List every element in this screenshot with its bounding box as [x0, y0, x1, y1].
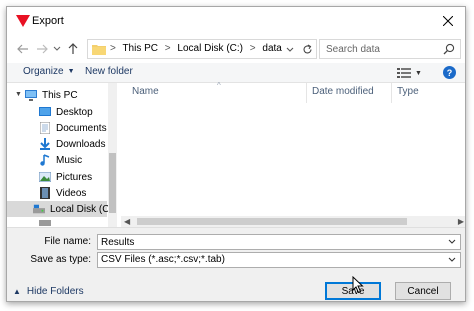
column-divider[interactable]: [391, 83, 392, 103]
column-divider[interactable]: [306, 83, 307, 103]
breadcrumb-separator: >: [249, 43, 256, 54]
export-dialog: Export > This PC > Local Disk (C:) > dat…: [6, 6, 466, 302]
desktop-icon: [39, 106, 51, 118]
nav-item-label: Pictures: [56, 171, 93, 183]
recent-locations-button[interactable]: [52, 41, 62, 57]
navigation-row: > This PC > Local Disk (C:) > data: [7, 35, 465, 63]
computer-icon: [25, 89, 37, 101]
forward-arrow-icon: [37, 44, 48, 54]
sort-indicator-icon: ^: [217, 81, 221, 90]
chevron-down-icon: [448, 257, 456, 262]
drive-icon: [39, 219, 51, 227]
column-header-type[interactable]: Type: [397, 86, 419, 97]
horizontal-scrollbar[interactable]: ◀ ▶: [121, 216, 465, 227]
nav-item-videos[interactable]: Videos: [7, 185, 107, 201]
close-icon: [443, 16, 453, 26]
breadcrumb: > This PC > Local Disk (C:) > data: [110, 43, 286, 54]
nav-item-label: Videos: [56, 187, 87, 199]
new-folder-button[interactable]: New folder: [85, 66, 133, 77]
videos-icon: [39, 187, 51, 199]
dialog-title: Export: [32, 15, 64, 27]
chevron-down-icon: [53, 46, 61, 51]
organize-menu[interactable]: Organize ▼: [23, 66, 75, 77]
nav-item-label: This PC: [42, 89, 78, 101]
nav-scrollbar[interactable]: [108, 83, 117, 227]
hide-folders-toggle[interactable]: ▲ Hide Folders: [13, 286, 84, 297]
documents-icon: [39, 122, 51, 134]
save-as-type-dropdown-button[interactable]: [447, 255, 457, 265]
caret-down-icon: ▼: [415, 69, 422, 77]
back-arrow-icon: [17, 44, 28, 54]
search-box[interactable]: [319, 39, 461, 59]
nav-item-label: Music: [56, 154, 83, 166]
save-as-type-label: Save as type:: [30, 254, 91, 265]
refresh-button[interactable]: [300, 42, 314, 56]
nav-item-label: Local Disk (C:): [50, 203, 116, 215]
file-name-dropdown-button[interactable]: [447, 237, 457, 247]
organize-label: Organize: [23, 66, 64, 77]
help-icon[interactable]: ?: [443, 66, 456, 79]
column-header-name[interactable]: Name: [132, 86, 159, 97]
pictures-icon: [39, 171, 51, 183]
breadcrumb-item[interactable]: This PC: [122, 43, 158, 54]
breadcrumb-separator: >: [164, 43, 171, 54]
refresh-icon: [302, 44, 312, 53]
cancel-button[interactable]: Cancel: [395, 282, 451, 300]
change-view-button[interactable]: ▼: [397, 66, 425, 80]
chevron-down-icon: [448, 239, 456, 244]
details-view-icon: [397, 68, 411, 78]
title-bar: Export: [7, 7, 465, 35]
nav-item-desktop[interactable]: Desktop: [7, 104, 107, 120]
hide-folders-label: Hide Folders: [26, 286, 84, 297]
caret-up-icon: ▲: [13, 287, 21, 296]
scroll-thumb[interactable]: [137, 218, 407, 225]
column-header-date[interactable]: Date modified: [312, 86, 374, 97]
nav-item-pictures[interactable]: Pictures: [7, 169, 107, 185]
nav-item-documents[interactable]: Documents: [7, 120, 107, 136]
save-as-type-value: CSV Files (*.asc;*.csv;*.tab): [101, 254, 225, 265]
file-list: ^ Name Date modified Type: [121, 81, 465, 227]
address-bar[interactable]: > This PC > Local Disk (C:) > data: [87, 39, 317, 59]
nav-item-label: Documents: [56, 122, 107, 134]
search-icon[interactable]: [443, 43, 455, 55]
forward-button[interactable]: [34, 41, 50, 57]
breadcrumb-item[interactable]: Local Disk (C:): [177, 43, 243, 54]
nav-item-partial[interactable]: [7, 219, 107, 227]
nav-item-downloads[interactable]: Downloads: [7, 136, 107, 152]
up-button[interactable]: [65, 41, 81, 57]
scroll-thumb[interactable]: [109, 153, 116, 213]
nav-item-local-disk[interactable]: Local Disk (C:): [7, 201, 116, 217]
downloads-icon: [39, 138, 51, 150]
scroll-right-icon[interactable]: ▶: [458, 217, 464, 226]
breadcrumb-separator: >: [110, 43, 116, 54]
nav-item-label: Desktop: [56, 106, 93, 118]
breadcrumb-item[interactable]: data: [262, 43, 281, 54]
mouse-pointer-icon: [352, 276, 364, 294]
address-history-button[interactable]: [284, 43, 296, 57]
folder-icon: [92, 45, 106, 55]
search-input[interactable]: [326, 42, 438, 56]
close-button[interactable]: [431, 7, 465, 35]
file-name-input[interactable]: [101, 236, 431, 248]
command-bar: Organize ▼ New folder ▼ ?: [7, 63, 465, 83]
drive-icon: [33, 203, 45, 215]
file-name-field[interactable]: [97, 234, 461, 250]
navigation-pane: ▼ This PC Desktop Documents Downloads Mu…: [7, 83, 117, 227]
chevron-down-icon: [286, 47, 294, 52]
caret-down-icon: ▼: [67, 68, 75, 75]
file-name-label: File name:: [44, 236, 91, 247]
app-icon: [16, 15, 30, 27]
scroll-left-icon[interactable]: ◀: [124, 217, 130, 226]
nav-item-music[interactable]: Music: [7, 152, 107, 168]
save-form: File name: Save as type: CSV Files (*.as…: [7, 227, 465, 301]
music-icon: [39, 154, 51, 166]
save-as-type-select[interactable]: CSV Files (*.asc;*.csv;*.tab): [97, 252, 461, 268]
nav-item-this-pc[interactable]: This PC: [7, 87, 107, 103]
nav-item-label: Downloads: [56, 138, 106, 150]
up-arrow-icon: [68, 43, 78, 54]
back-button[interactable]: [15, 41, 31, 57]
